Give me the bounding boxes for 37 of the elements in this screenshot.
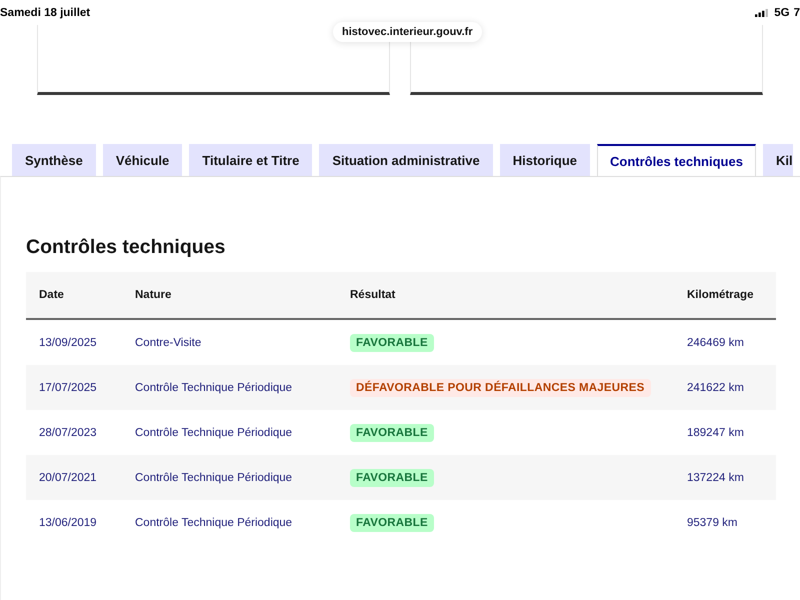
date-cell: 20/07/2021 <box>26 455 122 500</box>
nature-cell: Contrôle Technique Périodique <box>122 500 337 545</box>
column-header: Nature <box>122 272 337 319</box>
result-badge: FAVORABLE <box>350 468 434 486</box>
tab[interactable]: Historique <box>500 144 590 176</box>
date-cell: 28/07/2023 <box>26 410 122 455</box>
tab[interactable]: Situation administrative <box>319 144 493 176</box>
battery-percent: 7 <box>794 6 800 18</box>
result-badge: DÉFAVORABLE POUR DÉFAILLANCES MAJEURES <box>350 378 651 396</box>
nature-cell: Contre-Visite <box>122 319 337 365</box>
mileage-cell: 241622 km <box>674 365 776 410</box>
nature-cell: Contrôle Technique Périodique <box>122 410 337 455</box>
mileage-cell: 246469 km <box>674 319 776 365</box>
result-badge: FAVORABLE <box>350 424 434 442</box>
date-cell: 13/06/2019 <box>26 500 122 545</box>
mileage-cell: 95379 km <box>674 500 776 545</box>
tab[interactable]: Contrôles techniques <box>597 144 756 176</box>
network-label: 5G <box>774 6 790 18</box>
mileage-cell: 137224 km <box>674 455 776 500</box>
status-date: Samedi 18 juillet <box>0 6 90 18</box>
address-bar[interactable]: histovec.interieur.gouv.fr <box>333 22 482 42</box>
column-header: Kilométrage <box>674 272 776 319</box>
result-badge: FAVORABLE <box>350 514 434 532</box>
signal-icon <box>755 8 768 16</box>
tab[interactable]: Synthèse <box>12 144 96 176</box>
result-badge: FAVORABLE <box>350 334 434 352</box>
column-header: Résultat <box>337 272 674 319</box>
date-cell: 17/07/2025 <box>26 365 122 410</box>
section-title: Contrôles techniques <box>26 235 226 260</box>
tab[interactable]: Kil <box>762 144 793 176</box>
column-header: Date <box>26 272 122 319</box>
nature-cell: Contrôle Technique Périodique <box>122 365 337 410</box>
date-cell: 13/09/2025 <box>26 319 122 365</box>
mileage-cell: 189247 km <box>674 410 776 455</box>
nature-cell: Contrôle Technique Périodique <box>122 455 337 500</box>
tab[interactable]: Véhicule <box>102 144 182 176</box>
tab[interactable]: Titulaire et Titre <box>189 144 312 176</box>
